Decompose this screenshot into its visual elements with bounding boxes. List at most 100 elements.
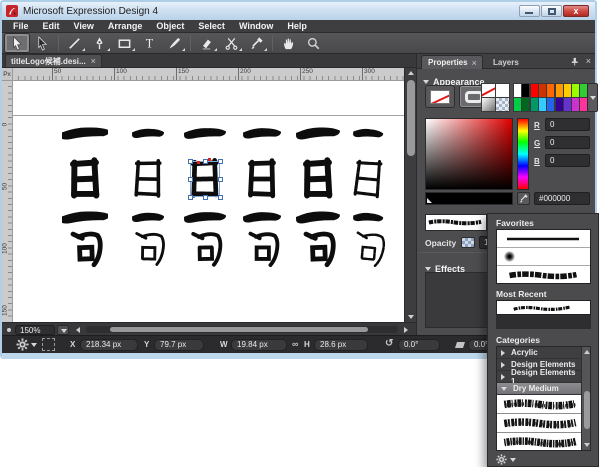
rgb-value-field[interactable]: 0 xyxy=(545,118,590,131)
menu-view[interactable]: View xyxy=(67,20,101,33)
dry-medium-brush-3[interactable] xyxy=(497,433,582,451)
glyph-r0c4[interactable] xyxy=(295,112,341,158)
registration-point-icon[interactable] xyxy=(42,338,55,351)
glyph-r0c5[interactable] xyxy=(345,112,391,158)
rotate-icon[interactable]: ↺ xyxy=(385,338,393,350)
y-position-field[interactable]: 79.7 px xyxy=(154,339,204,351)
eraser-tool[interactable] xyxy=(194,34,218,52)
selection-box[interactable] xyxy=(190,161,220,197)
favorite-brush-soft-dot[interactable] xyxy=(497,248,590,266)
x-position-field[interactable]: 218.34 px xyxy=(80,339,138,351)
swatch-transparent[interactable] xyxy=(495,97,510,112)
category-design-elements-1[interactable]: Design Elements 1 xyxy=(497,371,582,383)
scissors-tool[interactable] xyxy=(219,34,243,52)
document-tab[interactable]: titleLogo候補.desi... xyxy=(5,54,102,67)
vertical-scroll-thumb[interactable] xyxy=(407,80,415,156)
glyph-r0c0[interactable] xyxy=(62,112,108,158)
glyph-r3c2[interactable] xyxy=(182,226,228,272)
category-dry-medium[interactable]: Dry Medium xyxy=(497,383,582,395)
zoom-dropdown-button[interactable] xyxy=(57,325,69,335)
eyedropper-tool[interactable] xyxy=(244,34,268,52)
categories-scroll-thumb[interactable] xyxy=(584,391,590,429)
glyph-r3c5[interactable] xyxy=(345,226,391,272)
swatch-gradient[interactable] xyxy=(481,97,496,112)
tab-layers[interactable]: Layers xyxy=(487,55,531,69)
scroll-left-icon[interactable] xyxy=(76,327,80,333)
glyph-r3c0[interactable] xyxy=(62,226,108,272)
menu-edit[interactable]: Edit xyxy=(36,20,67,33)
selection-handle[interactable] xyxy=(188,195,193,200)
hue-slider[interactable] xyxy=(517,118,529,190)
stroke-style-preview[interactable] xyxy=(425,214,487,231)
glyph-r0c2[interactable] xyxy=(182,112,228,158)
width-field[interactable]: 19.84 px xyxy=(231,339,287,351)
rgb-value-field[interactable]: 0 xyxy=(545,136,590,149)
tab-close-icon[interactable] xyxy=(91,57,96,65)
fill-button[interactable] xyxy=(425,85,455,108)
ruler-units[interactable]: Px xyxy=(2,68,13,81)
gear-dropdown-icon[interactable] xyxy=(31,343,37,347)
horizontal-scroll-thumb[interactable] xyxy=(110,327,368,332)
chevron-right-icon[interactable] xyxy=(501,374,505,380)
favorite-brush-rough-stroke[interactable] xyxy=(497,266,590,284)
selection-handle[interactable] xyxy=(203,195,208,200)
scroll-up-icon[interactable] xyxy=(584,350,590,354)
direct-selection-tool[interactable] xyxy=(30,34,54,52)
menu-file[interactable]: File xyxy=(6,20,36,33)
rectangle-tool[interactable] xyxy=(112,34,136,52)
close-button[interactable]: x xyxy=(563,5,589,17)
categories-scrollbar[interactable] xyxy=(581,347,590,450)
chevron-down-icon[interactable] xyxy=(501,387,507,391)
gear-icon[interactable] xyxy=(16,338,29,351)
scroll-up-icon[interactable] xyxy=(408,71,414,75)
tab-properties[interactable]: Properties xyxy=(421,55,483,69)
favorite-brush-solid-line[interactable] xyxy=(497,230,590,248)
selection-tool[interactable] xyxy=(5,34,29,52)
height-field[interactable]: 28.6 px xyxy=(314,339,368,351)
scroll-down-icon[interactable] xyxy=(584,443,590,447)
glyph-r3c3[interactable] xyxy=(239,226,285,272)
swatch-white[interactable] xyxy=(495,83,510,98)
glyph-r0c1[interactable] xyxy=(125,112,171,158)
palette-scroll-button[interactable] xyxy=(587,83,598,112)
line-tool[interactable] xyxy=(62,34,86,52)
chevron-right-icon[interactable] xyxy=(501,350,505,356)
swatch-none[interactable] xyxy=(481,83,496,98)
scroll-right-icon[interactable] xyxy=(404,327,408,333)
dry-medium-brush-1[interactable] xyxy=(497,395,582,414)
glyph-r0c3[interactable] xyxy=(239,112,285,158)
menu-arrange[interactable]: Arrange xyxy=(101,20,150,33)
menu-window[interactable]: Window xyxy=(232,20,280,33)
menu-help[interactable]: Help xyxy=(280,20,314,33)
scroll-down-icon[interactable] xyxy=(408,315,414,319)
chevron-right-icon[interactable] xyxy=(501,362,505,368)
gallery-options-button[interactable] xyxy=(496,454,516,465)
canvas[interactable] xyxy=(13,81,404,322)
selection-handle[interactable] xyxy=(188,159,193,164)
rgb-value-field[interactable]: 0 xyxy=(545,154,590,167)
category-acrylic[interactable]: Acrylic xyxy=(497,347,582,359)
glyph-r3c1[interactable] xyxy=(125,226,171,272)
pin-icon[interactable] xyxy=(570,57,579,66)
hex-color-field[interactable]: #000000 xyxy=(534,192,590,205)
recent-brush-item-selected[interactable] xyxy=(496,315,591,329)
tab-close-icon[interactable] xyxy=(472,59,477,67)
zoom-tool[interactable] xyxy=(301,34,325,52)
titlebar[interactable]: Microsoft Expression Design 4 x xyxy=(2,2,595,20)
paintbrush-tool[interactable] xyxy=(162,34,186,52)
selection-handle[interactable] xyxy=(218,195,223,200)
eyedropper-button[interactable] xyxy=(517,192,530,205)
pen-tool[interactable] xyxy=(87,34,111,52)
recent-brush-item[interactable] xyxy=(497,301,590,315)
text-tool[interactable]: T xyxy=(137,34,161,52)
selection-handle[interactable] xyxy=(188,177,193,182)
dry-medium-brush-2[interactable] xyxy=(497,414,582,433)
selection-handle[interactable] xyxy=(218,177,223,182)
panel-close-icon[interactable]: × xyxy=(586,56,591,66)
menu-select[interactable]: Select xyxy=(191,20,232,33)
vertical-scrollbar[interactable] xyxy=(404,68,416,322)
rotation-field[interactable]: 0.0° xyxy=(398,339,440,351)
zoom-level-field[interactable]: 150% xyxy=(15,325,55,335)
saturation-picker[interactable] xyxy=(425,118,513,190)
maximize-button[interactable] xyxy=(541,5,562,17)
